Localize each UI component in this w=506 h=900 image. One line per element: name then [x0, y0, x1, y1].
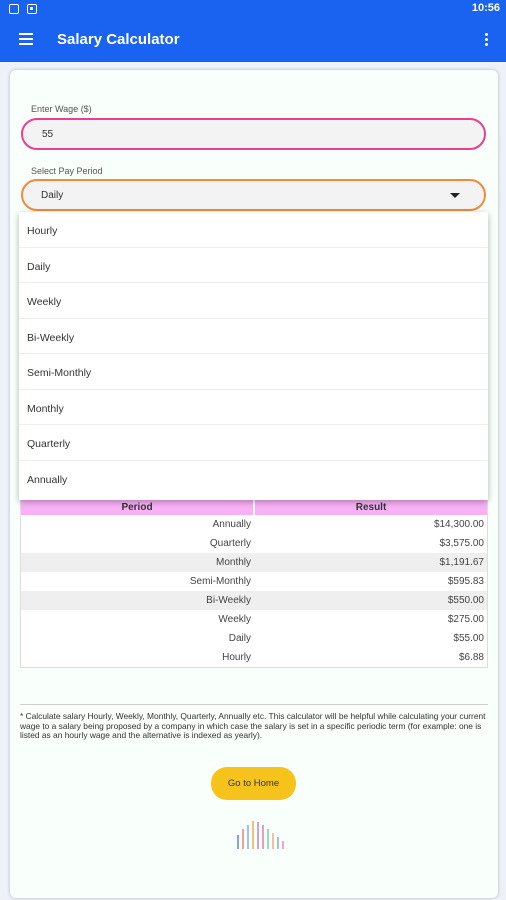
results-header: Period Result — [21, 500, 487, 515]
dropdown-option-daily[interactable]: Daily — [19, 248, 488, 283]
row-result: $3,575.00 — [439, 538, 485, 549]
row-period: Semi-Monthly — [189, 576, 251, 587]
dropdown-option-weekly[interactable]: Weekly — [19, 283, 488, 319]
dropdown-option-annually[interactable]: Annually — [19, 461, 488, 497]
chevron-down-icon — [450, 193, 460, 198]
dropdown-option-semi-monthly[interactable]: Semi-Monthly — [19, 354, 488, 390]
more-vert-icon[interactable] — [485, 33, 489, 47]
dropdown-option-bi-weekly[interactable]: Bi-Weekly — [19, 319, 488, 354]
row-result: $595.83 — [447, 576, 484, 587]
row-result: $55.00 — [453, 633, 484, 644]
notification-icon-2 — [27, 4, 37, 14]
row-period: Weekly — [218, 614, 251, 625]
row-period: Quarterly — [209, 538, 251, 549]
row-period: Bi-Weekly — [206, 595, 251, 606]
dropdown-option-hourly[interactable]: Hourly — [19, 212, 488, 248]
table-row: Bi-Weekly $550.00 — [21, 591, 487, 610]
info-note: * Calculate salary Hourly, Weekly, Month… — [20, 711, 486, 740]
pay-period-dropdown: Hourly Daily Weekly Bi-Weekly Semi-Month… — [19, 212, 488, 500]
row-result: $1,191.67 — [439, 557, 485, 568]
app-title: Salary Calculator — [57, 31, 180, 48]
wage-input[interactable] — [21, 118, 486, 150]
result-column-header: Result — [255, 500, 487, 515]
period-column-header: Period — [21, 500, 255, 515]
menu-icon[interactable] — [19, 33, 33, 45]
divider — [20, 704, 488, 705]
table-row: Daily $55.00 — [21, 629, 487, 648]
status-time: 10:56 — [471, 2, 500, 14]
app-bar: Salary Calculator — [0, 18, 506, 62]
row-period: Monthly — [215, 557, 251, 568]
pay-period-select[interactable]: Daily — [21, 179, 486, 211]
pay-period-value: Daily — [41, 190, 64, 201]
table-row: Hourly $6.88 — [21, 648, 487, 667]
go-to-home-button[interactable]: Go to Home — [211, 767, 296, 800]
dropdown-option-quarterly[interactable]: Quarterly — [19, 425, 488, 461]
row-result: $6.88 — [458, 652, 484, 663]
row-result: $14,300.00 — [433, 519, 484, 530]
wage-label: Enter Wage ($) — [31, 104, 92, 114]
row-period: Annually — [212, 519, 251, 530]
loader-bars-icon — [237, 821, 287, 849]
pay-period-label: Select Pay Period — [31, 166, 103, 176]
status-bar: 10:56 — [0, 0, 506, 18]
row-result: $275.00 — [447, 614, 484, 625]
row-result: $550.00 — [447, 595, 484, 606]
table-row: Weekly $275.00 — [21, 610, 487, 629]
table-row: Annually $14,300.00 — [21, 515, 487, 534]
dropdown-option-monthly[interactable]: Monthly — [19, 390, 488, 425]
row-period: Hourly — [222, 652, 251, 663]
row-period: Daily — [228, 633, 251, 644]
results-table: Period Result Annually $14,300.00 Quarte… — [20, 499, 488, 668]
table-row: Quarterly $3,575.00 — [21, 534, 487, 553]
notification-icon — [9, 4, 19, 14]
table-row: Semi-Monthly $595.83 — [21, 572, 487, 591]
table-row: Monthly $1,191.67 — [21, 553, 487, 572]
